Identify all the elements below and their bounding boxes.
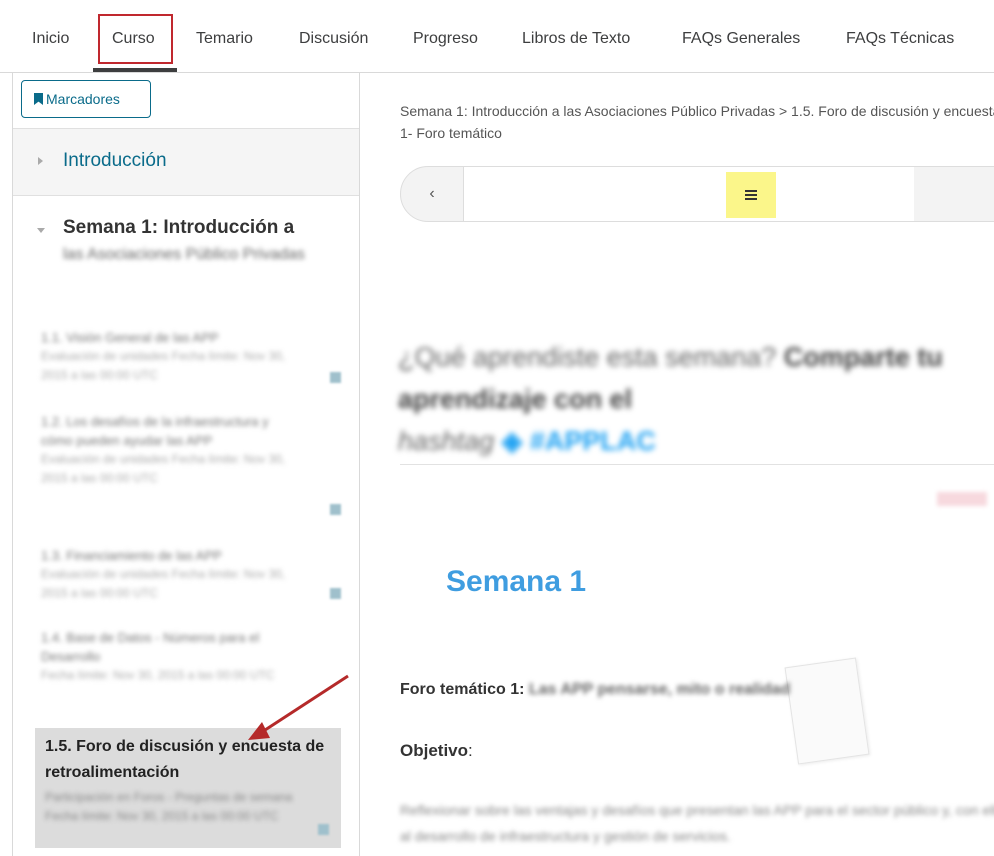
promo-hashtag[interactable]: #APPLAC <box>530 426 656 456</box>
subsection-meta: Fecha límite: Nov 30, 2015 a las 00:00 U… <box>41 668 275 682</box>
section-label: Semana 1: Introducción a <box>63 217 295 238</box>
subsection-1-2[interactable]: 1.2. Los desafíos de la infraestructura … <box>41 412 301 488</box>
subsection-meta: Evaluación de unidades Fecha límite: Nov… <box>41 452 286 485</box>
promo-banner: ¿Qué aprendiste esta semana? Comparte tu… <box>398 336 994 462</box>
document-icon <box>318 824 329 835</box>
tab-libros-de-texto[interactable]: Libros de Texto <box>522 30 630 48</box>
sequence-tabs <box>464 167 914 221</box>
subsection-meta: Participación en Foros - Preguntas de se… <box>45 790 293 823</box>
objective-label: Objetivo <box>400 741 469 760</box>
content-heading: Semana 1 <box>446 565 587 598</box>
forum-title: Foro temático 1: Las APP pensarse, mito … <box>400 681 790 699</box>
section-label: Introducción <box>63 150 167 171</box>
forum-label: Foro temático 1: <box>400 681 525 698</box>
promo-text: ¿Qué aprendiste esta semana? <box>398 342 777 372</box>
twitter-icon: ◈ <box>501 426 523 456</box>
divider <box>400 464 994 465</box>
tab-discusion[interactable]: Discusión <box>299 30 368 48</box>
subsection-title: 1.4. Base de Datos - Números para el Des… <box>41 630 260 664</box>
forum-name: Las APP pensarse, mito o realidad <box>528 681 791 698</box>
section-introduccion[interactable]: Introducción <box>13 128 359 196</box>
chevron-right-icon <box>38 157 43 165</box>
main-content: Semana 1: Introducción a las Asociacione… <box>359 72 994 856</box>
subsection-title: 1.3. Financiamiento de las APP <box>41 548 222 563</box>
tab-inicio[interactable]: Inicio <box>32 30 69 48</box>
list-icon <box>745 190 757 200</box>
objective-colon: : <box>468 741 473 760</box>
sequence-navigation: ‹ <box>400 166 994 222</box>
tab-progreso[interactable]: Progreso <box>413 30 478 48</box>
active-tab-highlight <box>98 14 173 64</box>
tab-temario[interactable]: Temario <box>196 30 253 48</box>
section-label-rest: las Asociaciones Público Privadas <box>63 246 305 263</box>
subsection-title: 1.1. Visión General de las APP <box>41 330 219 345</box>
course-nav: Inicio Curso Temario Discusión Progreso … <box>0 0 994 73</box>
subsection-title: 1.5. Foro de discusión y encuesta de ret… <box>45 738 325 781</box>
previous-unit-button[interactable]: ‹ <box>401 167 464 221</box>
breadcrumb: Semana 1: Introducción a las Asociacione… <box>400 100 994 144</box>
subsection-title: 1.2. Los desafíos de la infraestructura … <box>41 414 269 448</box>
sequence-unit-tab-active[interactable] <box>726 172 776 218</box>
note-image <box>784 657 870 765</box>
tab-faqs-generales[interactable]: FAQs Generales <box>682 30 800 48</box>
subsection-meta: Evaluación de unidades Fecha límite: Nov… <box>41 349 286 382</box>
document-icon <box>330 504 341 515</box>
subsection-1-5-active[interactable]: 1.5. Foro de discusión y encuesta de ret… <box>35 728 341 848</box>
document-icon <box>330 372 341 383</box>
subsection-1-4[interactable]: 1.4. Base de Datos - Números para el Des… <box>41 628 301 685</box>
tab-faqs-tecnicas[interactable]: FAQs Técnicas <box>846 30 954 48</box>
subsection-1-1[interactable]: 1.1. Visión General de las APP Evaluació… <box>41 328 301 385</box>
breadcrumb-line: Semana 1: Introducción a las Asociacione… <box>400 103 994 119</box>
objective-text: Reflexionar sobre las ventajas y desafío… <box>400 802 994 844</box>
bookmark-icon <box>34 93 43 105</box>
subsection-meta: Evaluación de unidades Fecha límite: Nov… <box>41 567 286 600</box>
subsection-1-3[interactable]: 1.3. Financiamiento de las APP Evaluació… <box>41 546 301 603</box>
chevron-left-icon: ‹ <box>429 185 435 202</box>
objective-heading: Objetivo: <box>400 741 473 761</box>
status-badge <box>937 492 987 506</box>
chevron-down-icon[interactable] <box>37 228 45 233</box>
section-semana-1[interactable]: Semana 1: Introducción a las Asociacione… <box>63 214 323 268</box>
breadcrumb-current: 1- Foro temático <box>400 125 502 141</box>
document-icon <box>330 588 341 599</box>
bookmarks-label: Marcadores <box>46 91 120 107</box>
course-sidebar: Marcadores Introducción Semana 1: Introd… <box>12 72 360 856</box>
promo-hashtag-label: hashtag <box>398 426 495 456</box>
bookmarks-button[interactable]: Marcadores <box>21 80 151 118</box>
